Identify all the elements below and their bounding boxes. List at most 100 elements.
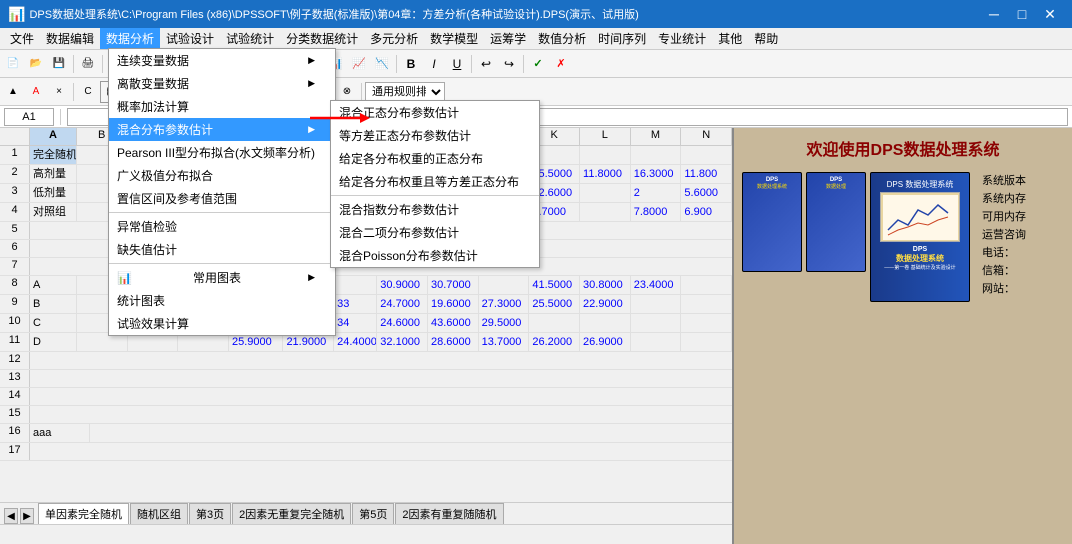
menu-data-edit[interactable]: 数据编辑 bbox=[40, 28, 100, 49]
cell[interactable] bbox=[681, 295, 732, 313]
menu-item-prob[interactable]: 概率加法计算 bbox=[109, 95, 335, 118]
tb2-btn1[interactable]: ▲ bbox=[2, 81, 24, 103]
cell[interactable]: 27.3000 bbox=[479, 295, 530, 313]
menu-categorical-stats[interactable]: 分类数据统计 bbox=[280, 28, 364, 49]
menu-item-continuous[interactable]: 连续变量数据 bbox=[109, 49, 335, 72]
cell[interactable]: 41.5000 bbox=[529, 276, 580, 294]
italic-button[interactable]: I bbox=[423, 53, 445, 75]
tab-page5[interactable]: 第5页 bbox=[352, 503, 394, 524]
cell[interactable] bbox=[631, 146, 682, 164]
menu-special-stats[interactable]: 专业统计 bbox=[652, 28, 712, 49]
select-button[interactable]: ✓ bbox=[527, 53, 549, 75]
cell[interactable] bbox=[529, 314, 580, 332]
menu-item-pearson[interactable]: Pearson III型分布拟合(水文频率分析) bbox=[109, 141, 335, 164]
cancel-button[interactable]: ✗ bbox=[550, 53, 572, 75]
chart3-button[interactable]: 📉 bbox=[371, 53, 393, 75]
cell[interactable]: 29.5000 bbox=[479, 314, 530, 332]
mixed-dist-submenu[interactable]: 混合正态分布参数估计 等方差正态分布参数估计 给定各分布权重的正态分布 给定各分… bbox=[330, 100, 540, 268]
underline-button[interactable]: U bbox=[446, 53, 468, 75]
cell[interactable]: 24.7000 bbox=[377, 295, 428, 313]
menu-item-experiment-calc[interactable]: 试验效果计算 bbox=[109, 312, 335, 335]
cell[interactable]: 7.8000 bbox=[631, 203, 682, 221]
data-analysis-dropdown[interactable]: 连续变量数据 离散变量数据 概率加法计算 混合分布参数估计 Pearson II… bbox=[108, 48, 336, 336]
submenu-item-given-weight[interactable]: 给定各分布权重的正态分布 bbox=[331, 147, 539, 170]
cell[interactable]: 11.800 bbox=[681, 165, 732, 183]
cell[interactable]: 6.900 bbox=[681, 203, 732, 221]
cell[interactable]: D bbox=[30, 333, 77, 351]
cell[interactable]: 30.7000 bbox=[428, 276, 479, 294]
col-header-l[interactable]: L bbox=[580, 128, 631, 145]
menu-item-charts[interactable]: 📊常用图表 bbox=[109, 266, 335, 289]
font-select[interactable]: 通用规则排 bbox=[365, 82, 445, 102]
cell[interactable] bbox=[681, 314, 732, 332]
menu-operations[interactable]: 运筹学 bbox=[484, 28, 532, 49]
cell[interactable]: 30.8000 bbox=[580, 276, 631, 294]
menu-numerical[interactable]: 数值分析 bbox=[532, 28, 592, 49]
cell-ref-input[interactable] bbox=[4, 108, 54, 126]
cell[interactable]: C bbox=[30, 314, 77, 332]
cell[interactable]: 16.3000 bbox=[631, 165, 682, 183]
redo-button[interactable]: ↪ bbox=[498, 53, 520, 75]
menu-data-analysis[interactable]: 数据分析 bbox=[100, 28, 160, 49]
cell[interactable] bbox=[580, 314, 631, 332]
cell[interactable]: A bbox=[30, 276, 77, 294]
submenu-item-equal-var[interactable]: 等方差正态分布参数估计 bbox=[331, 124, 539, 147]
tb2-btn2[interactable]: A bbox=[25, 81, 47, 103]
submenu-item-binomial[interactable]: 混合二项分布参数估计 bbox=[331, 221, 539, 244]
menu-experiment-stats[interactable]: 试验统计 bbox=[220, 28, 280, 49]
close-button[interactable]: ✕ bbox=[1036, 0, 1064, 28]
cell[interactable] bbox=[334, 276, 377, 294]
tab-scroll-left[interactable]: ◀ bbox=[4, 508, 18, 524]
menu-file[interactable]: 文件 bbox=[4, 28, 40, 49]
menu-item-outlier[interactable]: 异常值检验 bbox=[109, 215, 335, 238]
cell[interactable]: 25.5000 bbox=[529, 295, 580, 313]
print-button[interactable]: 🖨 bbox=[77, 53, 99, 75]
menu-item-stat-charts[interactable]: 统计图表 bbox=[109, 289, 335, 312]
cell[interactable] bbox=[631, 333, 682, 351]
tb2-btn4[interactable]: C bbox=[77, 81, 99, 103]
minimize-button[interactable]: ─ bbox=[980, 0, 1008, 28]
cell[interactable]: 2 bbox=[631, 184, 682, 202]
cell[interactable] bbox=[580, 146, 631, 164]
menu-math-model[interactable]: 数学模型 bbox=[424, 28, 484, 49]
cell[interactable]: 5.6000 bbox=[681, 184, 732, 202]
tab-page3[interactable]: 第3页 bbox=[189, 503, 231, 524]
menu-multivariate[interactable]: 多元分析 bbox=[364, 28, 424, 49]
cell[interactable]: 24.4000 bbox=[334, 333, 377, 351]
col-header-a[interactable]: A bbox=[30, 128, 77, 145]
cell[interactable]: 32.1000 bbox=[377, 333, 428, 351]
submenu-item-given-weight-equal[interactable]: 给定各分布权重且等方差正态分布 bbox=[331, 170, 539, 193]
cell[interactable]: 26.2000 bbox=[529, 333, 580, 351]
menu-help[interactable]: 帮助 bbox=[748, 28, 784, 49]
bold-button[interactable]: B bbox=[400, 53, 422, 75]
menu-item-gev[interactable]: 广义极值分布拟合 bbox=[109, 164, 335, 187]
cell[interactable]: 23.4000 bbox=[631, 276, 682, 294]
cell[interactable] bbox=[681, 146, 732, 164]
cell[interactable]: 30.9000 bbox=[377, 276, 428, 294]
menu-item-mixed-dist[interactable]: 混合分布参数估计 bbox=[109, 118, 335, 141]
cell[interactable]: 34 bbox=[334, 314, 377, 332]
tab-scroll-right[interactable]: ▶ bbox=[20, 508, 34, 524]
cell[interactable] bbox=[681, 276, 732, 294]
cell[interactable]: 24.6000 bbox=[377, 314, 428, 332]
new-button[interactable]: 📄 bbox=[2, 53, 24, 75]
menu-item-discrete[interactable]: 离散变量数据 bbox=[109, 72, 335, 95]
open-button[interactable]: 📂 bbox=[25, 53, 47, 75]
tb2-btn3[interactable]: × bbox=[48, 81, 70, 103]
submenu-item-poisson[interactable]: 混合Poisson分布参数估计 bbox=[331, 244, 539, 267]
submenu-item-normal[interactable]: 混合正态分布参数估计 bbox=[331, 101, 539, 124]
menu-experiment-design[interactable]: 试验设计 bbox=[160, 28, 220, 49]
tab-single-random[interactable]: 单因素完全随机 bbox=[38, 503, 129, 524]
cell[interactable]: 低剂量 bbox=[30, 184, 77, 202]
cell[interactable]: 28.6000 bbox=[428, 333, 479, 351]
cell[interactable] bbox=[580, 203, 631, 221]
cell[interactable]: 33 bbox=[334, 295, 377, 313]
cell[interactable]: 完全随机 bbox=[30, 146, 77, 164]
cell[interactable]: aaa bbox=[30, 424, 90, 442]
cell[interactable]: 对照组 bbox=[30, 203, 77, 221]
cell[interactable] bbox=[580, 184, 631, 202]
menu-item-ci[interactable]: 置信区间及参考值范围 bbox=[109, 187, 335, 210]
maximize-button[interactable]: □ bbox=[1008, 0, 1036, 28]
cell[interactable] bbox=[631, 295, 682, 313]
cell[interactable]: 19.6000 bbox=[428, 295, 479, 313]
